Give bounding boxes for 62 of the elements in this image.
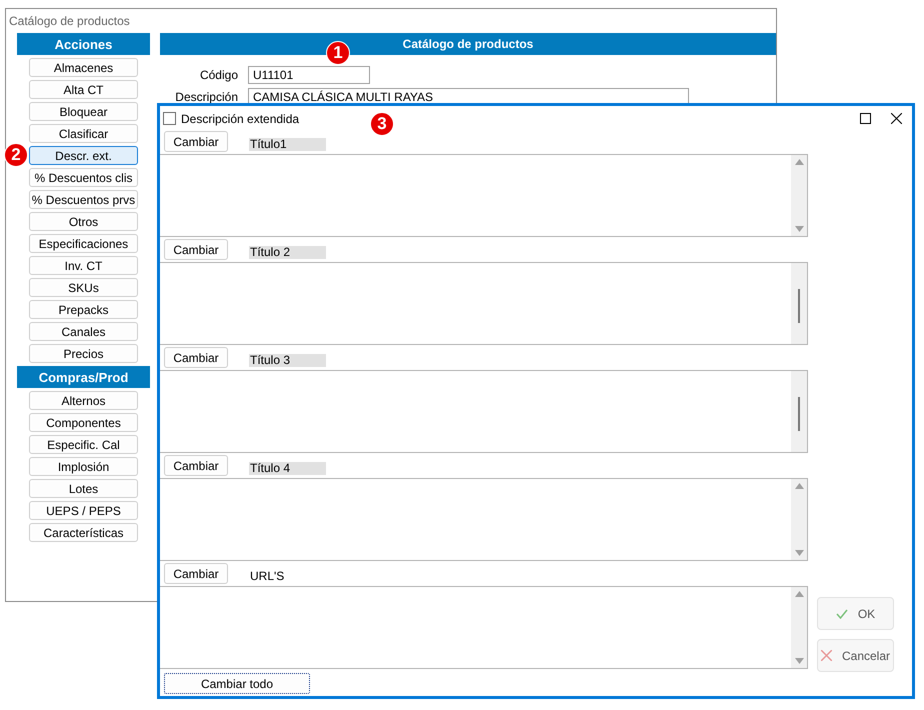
- sidebar-button[interactable]: Implosión: [29, 457, 138, 476]
- sidebar-header: Compras/Prod: [17, 366, 150, 388]
- sidebar-button[interactable]: Componentes: [29, 413, 138, 432]
- scrollbar[interactable]: [791, 587, 807, 668]
- sidebar-button[interactable]: Alternos: [29, 391, 138, 410]
- scroll-up-icon[interactable]: [794, 591, 804, 597]
- scroll-up-icon[interactable]: [794, 159, 804, 165]
- sidebar-button[interactable]: % Descuentos clis: [29, 168, 138, 187]
- check-icon: [836, 608, 848, 618]
- scroll-up-icon[interactable]: [794, 483, 804, 489]
- close-icon[interactable]: [891, 113, 902, 124]
- scroll-down-icon[interactable]: [794, 226, 804, 232]
- section-title: Título 4: [249, 462, 326, 475]
- change-button[interactable]: Cambiar: [164, 563, 228, 584]
- checkbox[interactable]: [163, 112, 176, 125]
- ok-button[interactable]: OK: [817, 597, 894, 630]
- sidebar-button[interactable]: Almacenes: [29, 58, 138, 77]
- input-field[interactable]: U11101: [248, 66, 370, 84]
- window-title: Catálogo de productos: [8, 13, 131, 30]
- change-all-button[interactable]: Cambiar todo: [164, 673, 310, 694]
- text-area[interactable]: [160, 478, 808, 561]
- scrollbar[interactable]: [791, 155, 807, 236]
- scrollbar[interactable]: [791, 263, 807, 344]
- sidebar-button[interactable]: Lotes: [29, 479, 138, 498]
- sidebar-button[interactable]: Precios: [29, 344, 138, 363]
- change-button[interactable]: Cambiar: [164, 239, 228, 260]
- change-button[interactable]: Cambiar: [164, 455, 228, 476]
- sidebar-button[interactable]: Clasificar: [29, 124, 138, 143]
- section-title: Título 2: [249, 246, 326, 259]
- maximize-icon[interactable]: [860, 113, 871, 124]
- sidebar-header: Acciones: [17, 33, 150, 55]
- sidebar-button[interactable]: SKUs: [29, 278, 138, 297]
- field-label: Código: [198, 68, 238, 82]
- close-icon: [820, 650, 832, 661]
- sidebar-button[interactable]: Especific. Cal: [29, 435, 138, 454]
- sidebar-button[interactable]: % Descuentos prvs: [29, 190, 138, 209]
- sidebar-button[interactable]: Prepacks: [29, 300, 138, 319]
- sidebar-button[interactable]: Características: [29, 523, 138, 542]
- sidebar-button[interactable]: Inv. CT: [29, 256, 138, 275]
- text-area[interactable]: [160, 586, 808, 669]
- scroll-down-icon[interactable]: [794, 550, 804, 556]
- section-title: URL'S: [249, 570, 286, 583]
- cancel-button[interactable]: Cancelar: [817, 639, 894, 672]
- text-area[interactable]: [160, 262, 808, 345]
- sidebar-button[interactable]: Descr. ext.: [29, 146, 138, 165]
- sidebar-button[interactable]: Alta CT: [29, 80, 138, 99]
- text-area[interactable]: [160, 154, 808, 237]
- sidebar-button[interactable]: Especificaciones: [29, 234, 138, 253]
- text-area[interactable]: [160, 370, 808, 453]
- sidebar-button[interactable]: UEPS / PEPS: [29, 501, 138, 520]
- change-button[interactable]: Cambiar: [164, 131, 228, 152]
- sidebar-button[interactable]: Canales: [29, 322, 138, 341]
- checkbox-label: Descripción extendida: [181, 112, 300, 126]
- change-button[interactable]: Cambiar: [164, 347, 228, 368]
- field-label: Descripción: [174, 90, 238, 104]
- sidebar-button[interactable]: Otros: [29, 212, 138, 231]
- section-title: Título1: [249, 138, 326, 151]
- scrollbar[interactable]: [791, 371, 807, 452]
- scrollbar[interactable]: [791, 479, 807, 560]
- sidebar-button[interactable]: Bloquear: [29, 102, 138, 121]
- section-title: Título 3: [249, 354, 326, 367]
- scroll-down-icon[interactable]: [794, 658, 804, 664]
